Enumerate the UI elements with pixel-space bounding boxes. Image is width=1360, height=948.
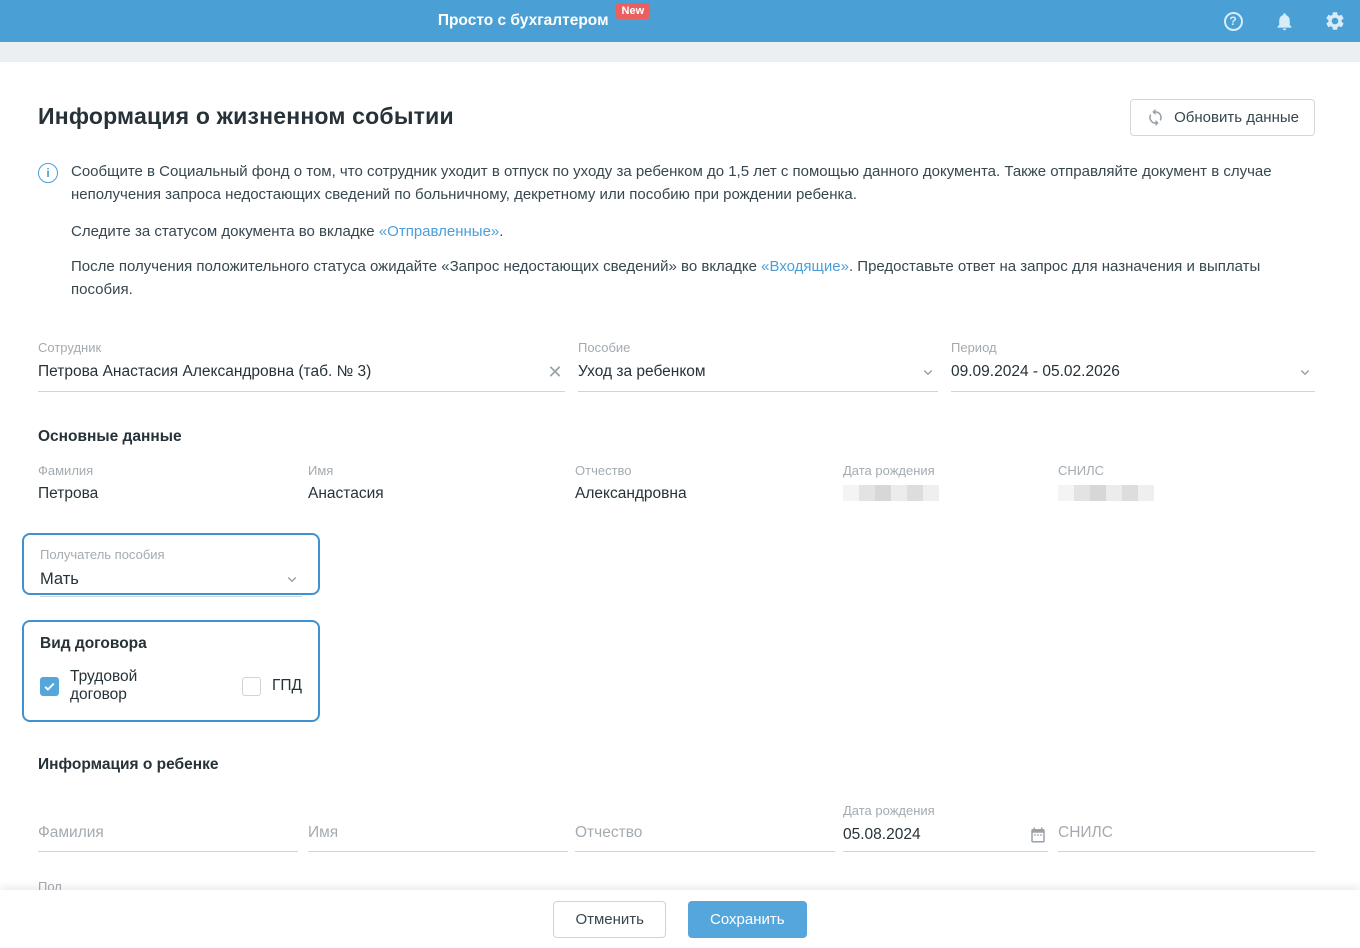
child-last-name-input[interactable]: [38, 824, 298, 852]
info-paragraph-2: Следите за статусом документа во вкладке…: [71, 220, 1315, 243]
header-sub-strip: [0, 42, 1360, 62]
child-info-heading: Информация о ребенке: [38, 756, 1315, 774]
refresh-data-button[interactable]: Обновить данные: [1130, 99, 1315, 136]
cancel-button[interactable]: Отменить: [553, 901, 666, 938]
snils-readonly: СНИЛС: [1058, 463, 1315, 503]
main-data-heading: Основные данные: [38, 428, 1315, 446]
child-birth-date-value: 05.08.2024: [843, 826, 921, 844]
help-icon[interactable]: ?: [1222, 10, 1244, 32]
last-name-value: Петрова: [38, 485, 308, 503]
contract-type-heading: Вид договора: [40, 635, 302, 653]
info-block: i Сообщите в Социальный фонд о том, что …: [38, 160, 1315, 313]
new-badge: New: [616, 3, 651, 19]
child-snils-input[interactable]: [1058, 824, 1315, 852]
child-birth-date-field[interactable]: Дата рождения 05.08.2024: [843, 803, 1058, 852]
employee-field[interactable]: Сотрудник Петрова Анастасия Александровн…: [38, 340, 565, 392]
benefit-label: Пособие: [578, 340, 938, 355]
redacted-value: [843, 485, 1058, 501]
recipient-value: Мать: [40, 570, 79, 589]
first-name-value: Анастасия: [308, 485, 575, 503]
child-first-name-input[interactable]: [308, 824, 568, 852]
calendar-icon[interactable]: [1028, 825, 1048, 845]
info-icon: i: [38, 163, 58, 183]
employee-label: Сотрудник: [38, 340, 565, 355]
page-title: Информация о жизненном событии: [38, 103, 454, 130]
birth-date-readonly: Дата рождения: [843, 463, 1058, 503]
app-title-wrap: Просто с бухгалтером New: [438, 11, 650, 31]
last-name-readonly: Фамилия Петрова: [38, 463, 308, 503]
checkbox-icon[interactable]: [40, 677, 59, 696]
main-content: Информация о жизненном событии Обновить …: [0, 62, 1360, 890]
period-select[interactable]: Период 09.09.2024 - 05.02.2026: [951, 340, 1315, 392]
period-value: 09.09.2024 - 05.02.2026: [951, 363, 1120, 381]
recipient-select[interactable]: Получатель пособия Мать: [40, 547, 302, 597]
footer-bar: Отменить Сохранить: [0, 890, 1360, 948]
app-title: Просто с бухгалтером: [438, 11, 609, 31]
middle-name-value: Александровна: [575, 485, 843, 503]
chevron-down-icon[interactable]: [1295, 362, 1315, 382]
chevron-down-icon[interactable]: [918, 362, 938, 382]
recipient-highlight-box: Получатель пособия Мать: [22, 533, 320, 595]
benefit-value: Уход за ребенком: [578, 363, 706, 381]
child-birth-date-label: Дата рождения: [843, 803, 1048, 818]
middle-name-readonly: Отчество Александровна: [575, 463, 843, 503]
child-gender-select[interactable]: Пол Мужской: [38, 879, 298, 890]
header-icons: ?: [1222, 0, 1346, 42]
first-name-readonly: Имя Анастасия: [308, 463, 575, 503]
gpd-checkbox[interactable]: ГПД: [242, 677, 302, 696]
incoming-tab-link[interactable]: «Входящие»: [761, 258, 849, 275]
clear-employee-icon[interactable]: ✕: [545, 362, 565, 382]
sent-tab-link[interactable]: «Отправленные»: [379, 223, 499, 240]
child-middle-name-input[interactable]: [575, 824, 835, 852]
chevron-down-icon[interactable]: [282, 569, 302, 589]
checkbox-icon[interactable]: [242, 677, 261, 696]
refresh-button-label: Обновить данные: [1174, 109, 1299, 126]
child-gender-label: Пол: [38, 879, 298, 890]
recipient-label: Получатель пособия: [40, 547, 302, 562]
app-header: Просто с бухгалтером New ?: [0, 0, 1360, 42]
save-button[interactable]: Сохранить: [688, 901, 807, 938]
contract-type-highlight-box: Вид договора Трудовой договор ГПД: [22, 620, 320, 722]
refresh-icon: [1146, 108, 1165, 127]
redacted-value: [1058, 485, 1315, 501]
employment-contract-checkbox[interactable]: Трудовой договор: [40, 668, 198, 704]
info-paragraph-1: Сообщите в Социальный фонд о том, что со…: [71, 160, 1315, 206]
info-paragraph-3: После получения положительного статуса о…: [71, 255, 1315, 301]
gear-icon[interactable]: [1324, 10, 1346, 32]
bell-icon[interactable]: [1273, 10, 1295, 32]
benefit-select[interactable]: Пособие Уход за ребенком: [578, 340, 938, 392]
period-label: Период: [951, 340, 1315, 355]
employee-value: Петрова Анастасия Александровна (таб. № …: [38, 363, 371, 381]
